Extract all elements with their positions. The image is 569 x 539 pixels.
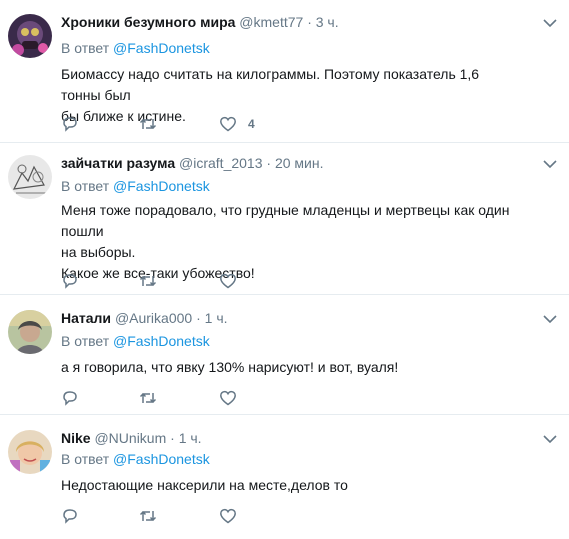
display-name[interactable]: зайчатки разума (61, 155, 175, 171)
like-icon (220, 390, 236, 406)
chevron-down-icon[interactable] (543, 314, 557, 324)
tweet-text: Биомассу надо считать на килограммы. Поэ… (61, 66, 480, 124)
retweet-icon (139, 275, 157, 287)
tweet-header: Хроники безумного мира @kmett77 · 3 ч. (61, 14, 339, 30)
handle[interactable]: @kmett77 (239, 14, 303, 30)
like-icon (220, 273, 236, 289)
reply-to: В ответ @FashDonetsk (61, 178, 210, 194)
timestamp[interactable]: · 20 мин. (266, 155, 323, 171)
display-name[interactable]: Хроники безумного мира (61, 14, 235, 30)
timestamp[interactable]: · 3 ч. (307, 14, 338, 30)
tweet-header: Nike @NUnikum · 1 ч. (61, 430, 202, 446)
retweet-button[interactable] (139, 270, 157, 292)
avatar[interactable] (8, 14, 52, 58)
reply-prefix: В ответ (61, 451, 110, 467)
tweet-3[interactable]: Натали @Aurika000 · 1 ч. В ответ @FashDo… (0, 295, 569, 415)
retweet-button[interactable] (139, 387, 157, 409)
tweet-2[interactable]: зайчатки разума @icraft_2013 · 20 мин. В… (0, 143, 569, 295)
retweet-icon (139, 392, 157, 404)
display-name[interactable]: Натали (61, 310, 111, 326)
reply-to: В ответ @FashDonetsk (61, 333, 210, 349)
timestamp[interactable]: · 1 ч. (170, 430, 201, 446)
tweet-1[interactable]: Хроники безумного мира @kmett77 · 3 ч. В… (0, 0, 569, 143)
reply-to-link[interactable]: @FashDonetsk (113, 451, 210, 467)
like-count: 4 (248, 117, 255, 131)
timestamp[interactable]: · 1 ч. (196, 310, 227, 326)
tweet-text: Меня тоже порадовало, что грудные младен… (61, 202, 510, 281)
like-icon (220, 508, 236, 524)
reply-button[interactable] (61, 270, 79, 292)
avatar[interactable] (8, 310, 52, 354)
handle[interactable]: @NUnikum (94, 430, 166, 446)
reply-to-link[interactable]: @FashDonetsk (113, 333, 210, 349)
reply-icon (63, 391, 77, 406)
tweet-text: а я говорила, что явку 130% нарисуют! и … (61, 359, 399, 375)
chevron-down-icon[interactable] (543, 159, 557, 169)
retweet-icon (139, 510, 157, 522)
avatar[interactable] (8, 155, 52, 199)
avatar[interactable] (8, 430, 52, 474)
like-button[interactable] (219, 387, 237, 409)
tweet-header: зайчатки разума @icraft_2013 · 20 мин. (61, 155, 323, 171)
reply-button[interactable] (61, 113, 79, 135)
like-button[interactable] (219, 270, 237, 292)
chevron-down-icon[interactable] (543, 18, 557, 28)
retweet-button[interactable] (139, 505, 157, 527)
reply-to: В ответ @FashDonetsk (61, 451, 210, 467)
tweet-4[interactable]: Nike @NUnikum · 1 ч. В ответ @FashDonets… (0, 415, 569, 539)
reply-to: В ответ @FashDonetsk (61, 40, 210, 56)
reply-icon (63, 274, 77, 289)
reply-prefix: В ответ (61, 178, 110, 194)
display-name[interactable]: Nike (61, 430, 91, 446)
like-button[interactable] (219, 505, 237, 527)
tweet-header: Натали @Aurika000 · 1 ч. (61, 310, 228, 326)
reply-prefix: В ответ (61, 333, 110, 349)
reply-to-link[interactable]: @FashDonetsk (113, 40, 210, 56)
reply-icon (63, 509, 77, 524)
reply-button[interactable] (61, 505, 79, 527)
reply-to-link[interactable]: @FashDonetsk (113, 178, 210, 194)
reply-icon (63, 117, 77, 132)
reply-prefix: В ответ (61, 40, 110, 56)
handle[interactable]: @icraft_2013 (179, 155, 262, 171)
tweet-text: Недостающие наксерили на месте,делов то (61, 477, 348, 493)
chevron-down-icon[interactable] (543, 434, 557, 444)
retweet-button[interactable] (139, 113, 157, 135)
retweet-icon (139, 118, 157, 130)
reply-button[interactable] (61, 387, 79, 409)
handle[interactable]: @Aurika000 (115, 310, 192, 326)
like-button[interactable]: 4 (219, 113, 255, 135)
like-icon (220, 116, 236, 132)
